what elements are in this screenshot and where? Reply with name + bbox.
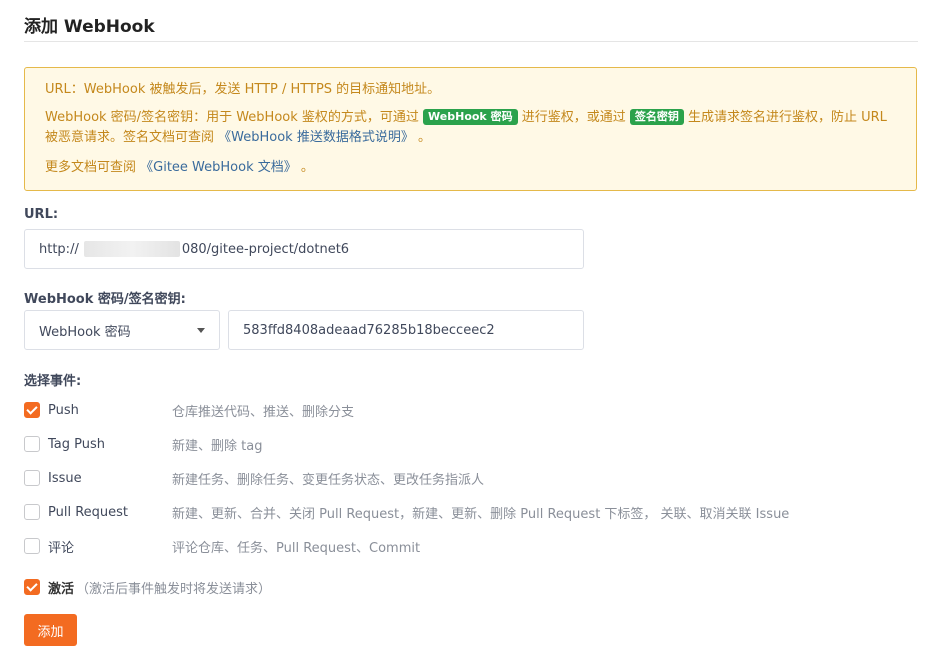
push-format-doc-link[interactable]: 《WebHook 推送数据格式说明》 (218, 130, 414, 145)
notice-text: 。 (296, 160, 314, 175)
caret-down-icon (197, 327, 205, 333)
event-desc: 新建、删除 tag (172, 438, 263, 454)
page-title: 添加 WebHook (24, 17, 155, 37)
notice-text: 。 (413, 130, 431, 145)
event-desc: 仓库推送代码、推送、删除分支 (172, 404, 355, 420)
event-name: Pull Request (48, 504, 129, 520)
comment-checkbox[interactable] (24, 538, 40, 554)
secret-label: WebHook 密码/签名密钥: (24, 292, 186, 307)
notice-docs-line: 更多文档可查阅 《Gitee WebHook 文档》 。 (45, 158, 896, 178)
activate-label: 激活 (48, 581, 75, 597)
event-desc: 评论仓库、任务、Pull Request、Commit (172, 540, 421, 556)
pull-request-checkbox[interactable] (24, 504, 40, 520)
event-desc: 新建任务、删除任务、变更任务状态、更改任务指派人 (172, 472, 485, 488)
event-row-push[interactable]: Push 仓库推送代码、推送、删除分支 (24, 400, 354, 420)
event-row-issue[interactable]: Issue 新建任务、删除任务、变更任务状态、更改任务指派人 (24, 468, 484, 488)
event-row-pull-request[interactable]: Pull Request 新建、更新、合并、关闭 Pull Request，新建… (24, 502, 789, 522)
activate-row[interactable]: 激活 （激活后事件触发时将发送请求） (24, 577, 271, 597)
event-desc: 新建、更新、合并、关闭 Pull Request，新建、更新、删除 Pull R… (172, 506, 790, 522)
event-name: Tag Push (48, 436, 106, 452)
event-row-comment[interactable]: 评论 评论仓库、任务、Pull Request、Commit (24, 536, 420, 556)
gitee-webhook-doc-link[interactable]: 《Gitee WebHook 文档》 (140, 160, 297, 175)
signature-key-tag: 签名密钥 (629, 109, 684, 125)
title-divider (24, 41, 918, 42)
event-name: 评论 (48, 540, 75, 556)
url-suffix: 080/gitee-project/dotnet6 (181, 241, 350, 257)
activate-checkbox[interactable] (24, 579, 40, 595)
url-redacted-blur (84, 241, 180, 257)
notice-text: 更多文档可查阅 (45, 160, 141, 175)
add-button[interactable]: 添加 (24, 614, 77, 646)
info-notice: URL：WebHook 被触发后，发送 HTTP / HTTPS 的目标通知地址… (24, 67, 917, 191)
push-checkbox[interactable] (24, 402, 40, 418)
secret-type-select[interactable]: WebHook 密码 (24, 310, 220, 350)
event-name: Issue (48, 470, 82, 486)
tag-push-checkbox[interactable] (24, 436, 40, 452)
notice-text: WebHook 密码/签名密钥：用于 WebHook 鉴权的方式，可通过 (45, 110, 424, 125)
secret-type-value: WebHook 密码 (39, 324, 131, 340)
webhook-password-tag: WebHook 密码 (423, 109, 518, 125)
url-prefix: http:// (39, 241, 79, 257)
secret-value: 583ffd8408adeaad76285b18becceec2 (243, 322, 495, 338)
issue-checkbox[interactable] (24, 470, 40, 486)
activate-note: （激活后事件触发时将发送请求） (76, 581, 272, 597)
notice-secret-line: WebHook 密码/签名密钥：用于 WebHook 鉴权的方式，可通过 Web… (45, 108, 896, 148)
secret-input[interactable]: 583ffd8408adeaad76285b18becceec2 (228, 310, 584, 350)
url-label: URL: (24, 207, 59, 222)
event-name: Push (48, 402, 79, 418)
notice-url-line: URL：WebHook 被触发后，发送 HTTP / HTTPS 的目标通知地址… (45, 82, 441, 97)
notice-text: 进行鉴权，或通过 (517, 110, 630, 125)
events-label: 选择事件: (24, 374, 82, 389)
event-row-tag-push[interactable]: Tag Push 新建、删除 tag (24, 434, 262, 454)
